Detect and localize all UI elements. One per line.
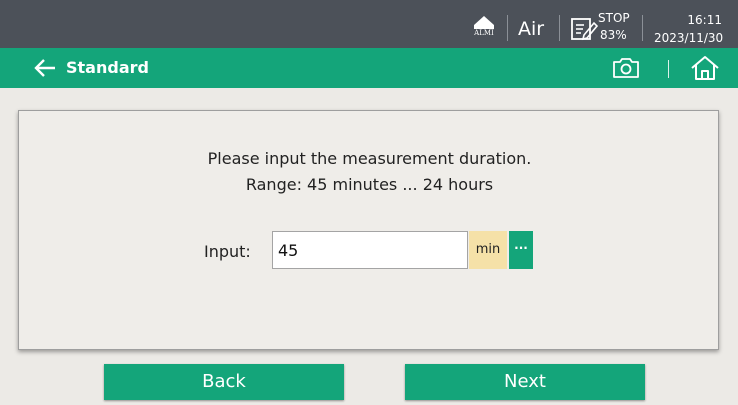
duration-input[interactable] [272,231,468,269]
title-divider [668,60,669,78]
unit-label: min [469,231,507,269]
clock-date: 2023/11/30 [654,31,724,45]
status-bar: ALMI Air STOP 83% 16:11 2023/11/30 [0,0,738,48]
duration-dialog: Please input the measurement duration. R… [18,110,719,350]
camera-icon[interactable] [611,56,641,80]
title-bar: Standard [0,48,738,88]
next-button[interactable]: Next [405,364,645,400]
home-icon[interactable] [688,54,722,82]
more-options-button[interactable]: ··· [509,231,533,269]
alarm-label: ALMI [474,29,494,37]
input-label: Input: [204,242,251,261]
page-title: Standard [66,58,149,77]
clock-time: 16:11 [687,13,722,27]
arrow-left-icon[interactable] [33,57,57,79]
dialog-message-line-1: Please input the measurement duration. [207,149,532,168]
back-button[interactable]: Back [104,364,344,400]
dialog-message-line-2: Range: 45 minutes ... 24 hours [245,175,494,194]
battery-level: 83% [600,28,627,42]
